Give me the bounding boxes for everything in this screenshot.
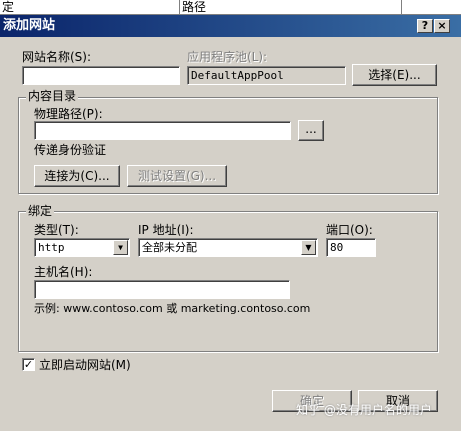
ip-address-select[interactable]: 全部未分配 ▼ [138, 238, 318, 257]
start-site-label[interactable]: 立即启动网站(M) [39, 357, 131, 373]
chevron-down-icon[interactable]: ▼ [301, 240, 316, 255]
check-icon: ✓ [23, 358, 34, 371]
port-label: 端口(O): [326, 223, 373, 237]
site-name-input[interactable] [22, 66, 180, 85]
host-name-label: 主机名(H): [34, 265, 93, 279]
chevron-down-icon[interactable]: ▼ [113, 240, 128, 255]
watermark-text: 知乎 @没有用户名的用户 [296, 403, 432, 417]
binding-type-select[interactable]: http ▼ [34, 238, 130, 257]
test-settings-button: 测试设置(G)... [127, 165, 227, 187]
physical-path-label: 物理路径(P): [34, 107, 103, 121]
binding-example-text: 示例: www.contoso.com 或 marketing.contoso.… [34, 302, 311, 315]
physical-path-input[interactable] [34, 121, 291, 140]
binding-type-value: http [38, 241, 65, 254]
port-input[interactable]: 80 [326, 238, 376, 257]
close-icon: × [437, 19, 447, 32]
binding-type-label: 类型(T): [34, 223, 79, 237]
dialog-title: 添加网站 [3, 18, 56, 33]
connect-as-button[interactable]: 连接为(C)... [34, 165, 120, 187]
dialog-title-bar[interactable]: 添加网站 [0, 15, 461, 37]
close-button[interactable]: × [434, 19, 450, 33]
background-column-header-path: 路径 [180, 0, 402, 14]
site-name-label: 网站名称(S): [22, 50, 92, 64]
ip-address-label: IP 地址(I): [138, 223, 194, 237]
host-name-input[interactable] [34, 280, 290, 299]
app-pool-field: DefaultAppPool [187, 66, 346, 85]
background-list-header: 定 路径 [0, 0, 461, 15]
content-directory-title: 内容目录 [26, 89, 79, 103]
browse-button[interactable]: ... [298, 120, 324, 141]
background-column-header: 定 [0, 0, 180, 14]
select-app-pool-button[interactable]: 选择(E)... [352, 64, 437, 86]
app-pool-label: 应用程序池(L): [187, 50, 268, 64]
help-button[interactable]: ? [417, 19, 433, 33]
start-site-checkbox[interactable]: ✓ [22, 358, 35, 371]
binding-title: 绑定 [26, 204, 55, 218]
ip-address-value: 全部未分配 [142, 241, 197, 254]
pass-through-auth-label: 传递身份验证 [34, 143, 107, 157]
